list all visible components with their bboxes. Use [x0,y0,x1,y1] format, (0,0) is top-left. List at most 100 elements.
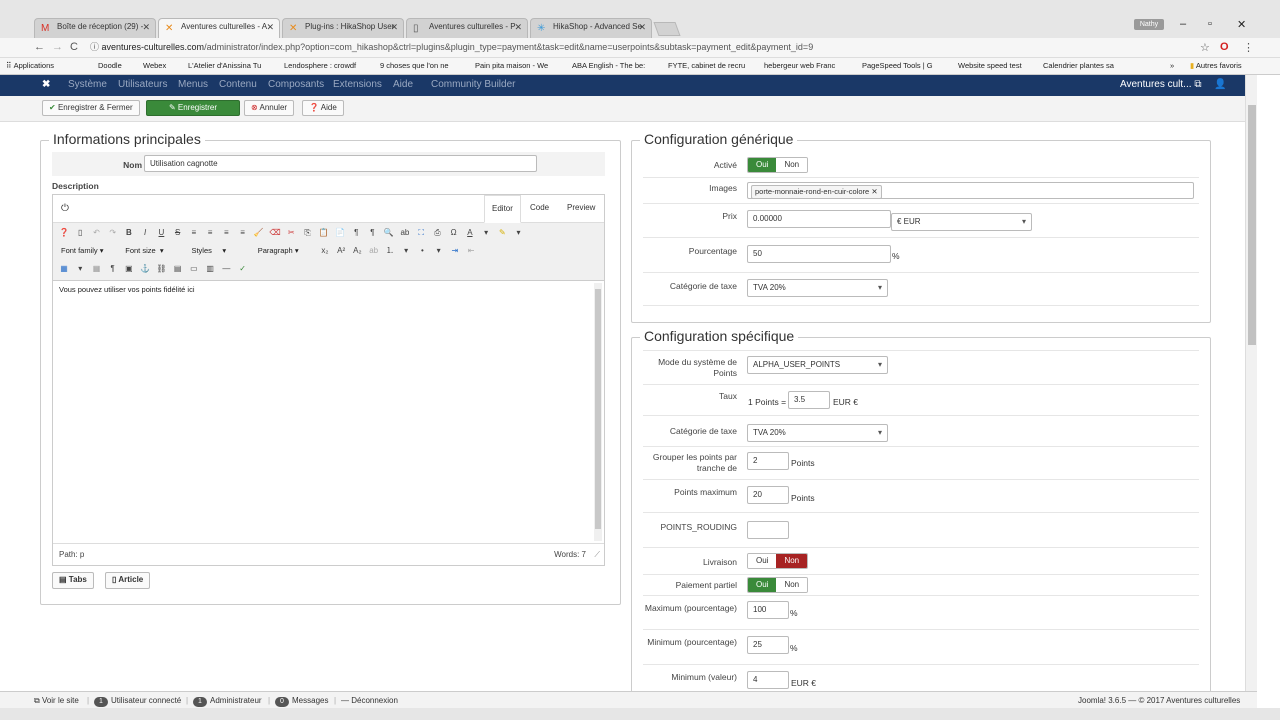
redo-icon[interactable]: ↷ [107,227,119,239]
align-center-icon[interactable]: ≡ [204,227,216,239]
undo-icon[interactable]: ↶ [90,227,102,239]
menu-extensions[interactable]: Extensions [333,79,382,90]
partial-yes-option[interactable]: Oui [748,578,777,592]
bookmark-apps[interactable]: ⠿ Applications [6,61,54,70]
tab-preview[interactable]: Preview [567,203,595,212]
currency-select[interactable]: € EUR [891,213,1032,231]
find-icon[interactable]: 🔍 [383,227,395,239]
bookmark-webex[interactable]: Webex [143,61,166,70]
superscript-icon[interactable]: A² [335,245,347,257]
bookmark-speedtest[interactable]: Website speed test [958,61,1022,70]
spellcheck-icon[interactable]: ✓ [237,263,249,275]
special-char-icon[interactable]: Ω [448,227,460,239]
editor-scrollbar[interactable] [594,283,602,541]
user-icon[interactable]: 👤 [1214,79,1226,90]
help-button[interactable]: ❓ Aide [302,100,344,116]
menu-components[interactable]: Composants [268,79,324,90]
grid-icon[interactable]: ▦ [90,263,102,275]
bookmark-doodle[interactable]: Doodle [98,61,122,70]
tab-editor[interactable]: Editor [484,195,521,223]
paragraph-select[interactable]: Paragraph ▾ [256,245,314,257]
italic-icon[interactable]: I [139,227,151,239]
view-site-link[interactable]: ⧉ Voir le site [34,696,79,706]
points-rounding-input[interactable] [747,521,789,539]
browser-tab-plugins[interactable]: ✕ Plug-ins : HikaShop User ✕ [282,18,404,38]
editor-content[interactable]: Vous pouvez utiliser vos points fidélité… [53,281,604,543]
anchor-icon[interactable]: ⚓ [139,263,151,275]
ordered-list-icon[interactable]: ⒈ [384,245,396,257]
ordered-list-dropdown-icon[interactable]: ▾ [400,245,412,257]
image-icon[interactable]: ▤ [172,263,184,275]
align-justify-icon[interactable]: ≡ [237,227,249,239]
new-tab-button[interactable] [653,22,681,36]
align-right-icon[interactable]: ≡ [220,227,232,239]
remove-tag-icon[interactable]: ✕ [871,187,877,196]
bookmark-aba[interactable]: ABA English - The be: [572,61,645,70]
shipping-yes-option[interactable]: Oui [748,554,777,568]
close-window-icon[interactable]: ✕ [1237,18,1246,31]
shipping-no-option[interactable]: Non [776,554,808,568]
maximize-icon[interactable]: ▫ [1208,18,1212,30]
menu-help[interactable]: Aide [393,79,413,90]
minimize-icon[interactable]: – [1180,18,1186,30]
table-icon[interactable]: ▦ [58,263,70,275]
close-tab-icon[interactable]: ✕ [638,22,646,33]
bookmark-atelier[interactable]: L'Atelier d'Anissina Tu [188,61,261,70]
bookmarks-other[interactable]: ▮ Autres favoris [1190,61,1242,70]
bookmark-pagespeed[interactable]: PageSpeed Tools | G [862,61,933,70]
max-points-input[interactable]: 20 [747,486,789,504]
bookmarks-more[interactable]: » [1170,61,1174,70]
text-color-dropdown-icon[interactable]: ▾ [480,227,492,239]
subscript-a-icon[interactable]: A₂ [351,245,363,257]
bookmark-fyte[interactable]: FYTE, cabinet de recru [668,61,745,70]
browser-tab-hikashop[interactable]: ✳ HikaShop - Advanced Se ✕ [530,18,652,38]
opera-icon[interactable]: O [1220,41,1229,53]
underline-icon[interactable]: U [155,227,167,239]
specific-tax-select[interactable]: TVA 20% [747,424,888,442]
rtl-icon[interactable]: ¶ [366,227,378,239]
close-tab-icon[interactable]: ✕ [514,22,522,33]
close-tab-icon[interactable]: ✕ [390,22,398,33]
menu-menus[interactable]: Menus [178,79,208,90]
link-icon[interactable]: ⛓ [155,263,167,275]
bookmark-calendrier[interactable]: Calendrier plantes sa [1043,61,1114,70]
price-input[interactable]: 0.00000 [747,210,891,228]
help-icon[interactable]: ❓ [58,227,70,239]
cancel-button[interactable]: ⊗ Annuler [244,100,295,116]
bullet-list-icon[interactable]: • [416,245,428,257]
save-button[interactable]: ✎ Enregistrer [146,100,240,116]
star-icon[interactable]: ☆ [1200,41,1210,54]
admins-online[interactable]: 1 Administrateur [193,696,262,707]
partial-no-option[interactable]: Non [776,578,808,592]
active-no-option[interactable]: Non [776,158,808,172]
percent-input[interactable]: 50 [747,245,891,263]
active-yes-option[interactable]: Oui [748,158,777,172]
bold-icon[interactable]: B [123,227,135,239]
partial-payment-toggle[interactable]: Oui Non [747,577,809,593]
reload-icon[interactable]: C [70,41,78,53]
tabs-button[interactable]: ▤ Tabs [52,572,94,589]
site-name-link[interactable]: Aventures cult... ⧉ [1120,79,1201,90]
browser-tab-admin[interactable]: ✕ Aventures culturelles - A ✕ [158,18,280,38]
browser-tab-gmail[interactable]: M Boîte de réception (29) - ✕ [34,18,156,38]
styles-select[interactable]: Styles ▾ [189,245,249,257]
ltr-icon[interactable]: ¶ [350,227,362,239]
close-tab-icon[interactable]: ✕ [142,22,150,33]
align-left-icon[interactable]: ≡ [188,227,200,239]
min-value-input[interactable]: 4 [747,671,789,689]
paste-text-icon[interactable]: 📄 [334,227,346,239]
page-scrollbar[interactable] [1245,75,1257,691]
messages-link[interactable]: 0 Messages [275,696,328,707]
active-toggle[interactable]: Oui Non [747,157,809,173]
url-field[interactable]: ⓘ aventures-culturelles.com/administrato… [90,40,1190,55]
paste-icon[interactable]: 📋 [318,227,330,239]
logout-link[interactable]: — Déconnexion [341,696,398,705]
template-icon[interactable]: ▥ [204,263,216,275]
clean-icon[interactable]: 🧹 [253,227,265,239]
outdent-icon[interactable]: ⇤ [465,245,477,257]
bookmark-9-choses[interactable]: 9 choses que l'on ne [380,61,449,70]
shipping-toggle[interactable]: Oui Non [747,553,809,569]
font-family-select[interactable]: Font family ▾ [59,245,117,257]
min-percent-input[interactable]: 25 [747,636,789,654]
cut-icon[interactable]: ✂ [285,227,297,239]
